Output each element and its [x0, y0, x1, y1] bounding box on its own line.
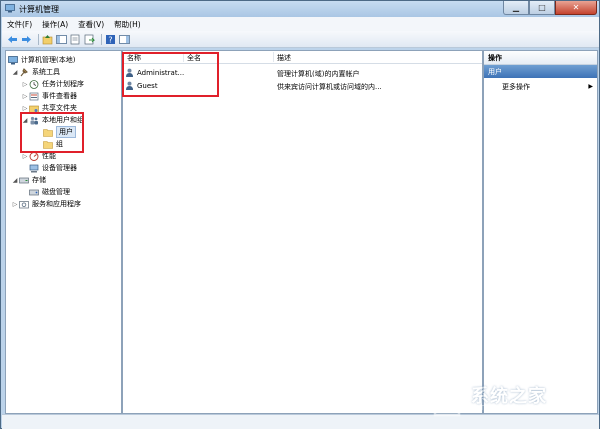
tree-item-root[interactable]: 计算机管理(本地)	[8, 54, 75, 66]
tree-label-device-manager: 设备管理器	[42, 164, 77, 172]
menu-view[interactable]: 查看(V)	[73, 19, 109, 30]
highlight-user-list	[122, 52, 219, 97]
tree-label-services-apps: 服务和应用程序	[32, 200, 81, 208]
actions-section-label: 用户	[488, 68, 502, 76]
tree-item-services-apps[interactable]: ▷ 服务和应用程序	[11, 198, 81, 210]
close-button[interactable]: ✕	[555, 1, 597, 15]
minimize-button[interactable]: ▁	[503, 1, 529, 15]
action-pane-icon	[119, 34, 130, 44]
user-description: 供来宾访问计算机或访问域的内...	[277, 83, 382, 91]
toolbar: ?	[2, 31, 599, 48]
console-tree-icon	[56, 34, 67, 44]
title-bar[interactable]: 计算机管理 ▁ □ ✕	[1, 1, 599, 17]
tree-label-storage: 存储	[32, 176, 46, 184]
minimize-icon: ▁	[512, 3, 520, 12]
toolbar-separator	[38, 33, 39, 45]
tools-icon	[20, 67, 28, 76]
up-level-button[interactable]	[42, 34, 53, 45]
site-watermark: 系统之家 XITONGZHIJIA.NET	[427, 382, 587, 418]
watermark-subtext: XITONGZHIJIA.NET	[471, 404, 552, 412]
event-log-icon	[29, 92, 39, 100]
menu-action[interactable]: 操作(A)	[37, 19, 73, 30]
tree-item-device-manager[interactable]: 设备管理器	[29, 162, 77, 174]
computer-management-icon	[8, 55, 18, 64]
forward-arrow-icon	[22, 35, 31, 43]
tree-label-root: 计算机管理(本地)	[21, 56, 76, 64]
folder-up-icon	[42, 34, 53, 44]
actions-section-users[interactable]: 用户	[484, 65, 597, 78]
tree-item-storage[interactable]: ◢ 存储	[11, 174, 46, 186]
tree-label-disk-management: 磁盘管理	[42, 188, 70, 196]
maximize-icon: □	[538, 3, 546, 12]
show-hide-tree-button[interactable]	[56, 34, 67, 45]
computer-management-window: 计算机管理 ▁ □ ✕ 文件(F) 操作(A) 查看(V) 帮助(H) ? 计算…	[0, 0, 600, 429]
tree-item-system-tools[interactable]: ◢ 系统工具	[11, 66, 60, 78]
column-divider[interactable]	[273, 52, 274, 62]
storage-icon	[19, 177, 29, 183]
back-button[interactable]	[7, 34, 18, 45]
back-arrow-icon	[8, 35, 17, 43]
expand-icon[interactable]: ▷	[21, 81, 29, 88]
highlight-local-users-groups	[20, 112, 84, 153]
submenu-arrow-icon[interactable]: ▶	[588, 83, 593, 90]
actions-header: 操作	[484, 51, 597, 65]
user-list-pane: 名称 全名 描述 Administrat... 管理计算机(域)的内置帐户 Gu…	[122, 50, 483, 414]
device-manager-icon	[29, 164, 39, 172]
actions-title: 操作	[488, 54, 502, 62]
expand-icon[interactable]: ▷	[21, 153, 29, 160]
clock-icon	[29, 79, 39, 89]
user-description: 管理计算机(域)的内置帐户	[277, 70, 360, 78]
watermark-logo-icon	[427, 384, 467, 417]
disk-icon	[29, 189, 39, 195]
menu-bar: 文件(F) 操作(A) 查看(V) 帮助(H)	[2, 17, 599, 31]
close-icon: ✕	[572, 3, 580, 12]
tree-label-system-tools: 系统工具	[32, 68, 60, 76]
more-actions-link[interactable]: 更多操作	[502, 82, 530, 92]
maximize-button[interactable]: □	[529, 1, 555, 15]
services-icon	[19, 200, 29, 208]
tree-item-task-scheduler[interactable]: ▷ 任务计划程序	[21, 78, 84, 90]
console-tree: 计算机管理(本地) ◢ 系统工具 ▷ 任务计划程序 ▷ 事件查看器 ▷ 共享文件…	[5, 50, 122, 414]
help-button[interactable]: ?	[105, 34, 116, 45]
window-controls: ▁ □ ✕	[503, 1, 597, 16]
expand-icon[interactable]: ▷	[21, 93, 29, 100]
menu-file[interactable]: 文件(F)	[2, 19, 37, 30]
window-title: 计算机管理	[19, 5, 59, 14]
expand-icon[interactable]: ▷	[11, 201, 19, 208]
tree-item-event-viewer[interactable]: ▷ 事件查看器	[21, 90, 77, 102]
properties-icon	[70, 34, 80, 44]
export-button[interactable]	[84, 34, 95, 45]
actions-pane: 操作 用户 更多操作 ▶	[483, 50, 598, 414]
collapse-icon[interactable]: ◢	[11, 69, 19, 76]
computer-management-icon	[5, 4, 15, 13]
help-icon: ?	[106, 34, 115, 44]
expand-icon[interactable]: ▷	[21, 105, 29, 112]
toolbar-separator	[101, 33, 102, 45]
tree-label-event-viewer: 事件查看器	[42, 92, 77, 100]
show-action-pane-button[interactable]	[119, 34, 130, 45]
forward-button[interactable]	[21, 34, 32, 45]
tree-label-task-scheduler: 任务计划程序	[42, 80, 84, 88]
properties-button[interactable]	[70, 34, 81, 45]
menu-help[interactable]: 帮助(H)	[109, 19, 146, 30]
svg-text:?: ?	[108, 35, 112, 44]
export-list-icon	[84, 34, 95, 44]
collapse-icon[interactable]: ◢	[11, 177, 19, 184]
column-header-description[interactable]: 描述	[277, 53, 291, 63]
tree-item-disk-management[interactable]: 磁盘管理	[29, 186, 70, 198]
